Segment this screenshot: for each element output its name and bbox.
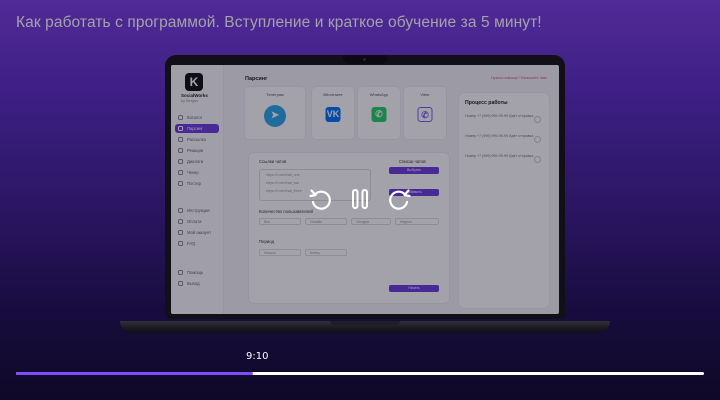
forward-button[interactable] [386,186,412,212]
rotate-cw-icon [389,189,411,210]
pause-icon [352,189,368,209]
rotate-ccw-icon [309,189,331,210]
progress-bar[interactable] [16,372,704,375]
hover-time-tooltip: 9:10 [246,351,269,362]
video-player[interactable]: Как работать с программой. Вступление и … [0,0,720,400]
progress-fill [16,372,254,375]
rewind-button[interactable] [308,186,334,212]
pause-button[interactable] [347,186,373,212]
